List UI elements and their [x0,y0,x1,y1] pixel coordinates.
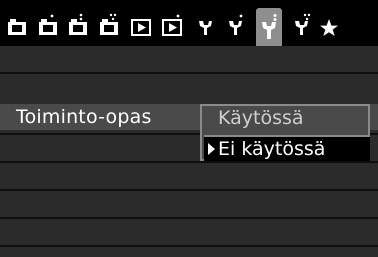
tab-setup-4[interactable] [288,10,314,40]
row-divider [0,217,378,219]
selection-marker-icon [208,143,215,155]
star-icon [320,19,338,36]
tab-setup-1[interactable] [192,10,218,40]
row-divider [0,161,378,163]
option-disable-label: Ei käytössä [218,138,326,160]
tab-shooting-4[interactable] [96,10,122,40]
option-enable[interactable]: Käytössä [218,106,304,130]
option-popup: Käytössä Ei käytössä [200,104,370,161]
camera-menu-screen: Toiminto-opas Käytössä Ei käytössä [0,0,378,257]
tab-shooting-3[interactable] [65,10,91,40]
row-divider [0,245,378,247]
tab-setup-2[interactable] [222,10,248,40]
wrench-icon [199,21,212,35]
camera-icon [8,19,26,35]
tab-shooting-1[interactable] [4,10,30,40]
wrench-icon [262,14,277,39]
tab-playback-2[interactable] [159,10,185,40]
tab-shooting-2[interactable] [35,10,61,40]
menu-item-label: Toiminto-opas [16,106,152,128]
play-icon [131,19,151,36]
option-disable[interactable]: Ei käytössä [204,135,370,161]
wrench-icon [229,14,243,35]
menu-tab-bar [0,0,378,46]
camera-icon [100,13,118,35]
row-divider [0,189,378,191]
wrench-icon [295,13,311,35]
tab-setup-3[interactable] [256,8,282,46]
play-icon [162,14,182,36]
tab-playback-1[interactable] [128,10,154,40]
camera-icon [39,14,57,35]
camera-icon [69,13,87,35]
row-divider [0,72,378,74]
tab-my-menu[interactable] [316,10,342,40]
